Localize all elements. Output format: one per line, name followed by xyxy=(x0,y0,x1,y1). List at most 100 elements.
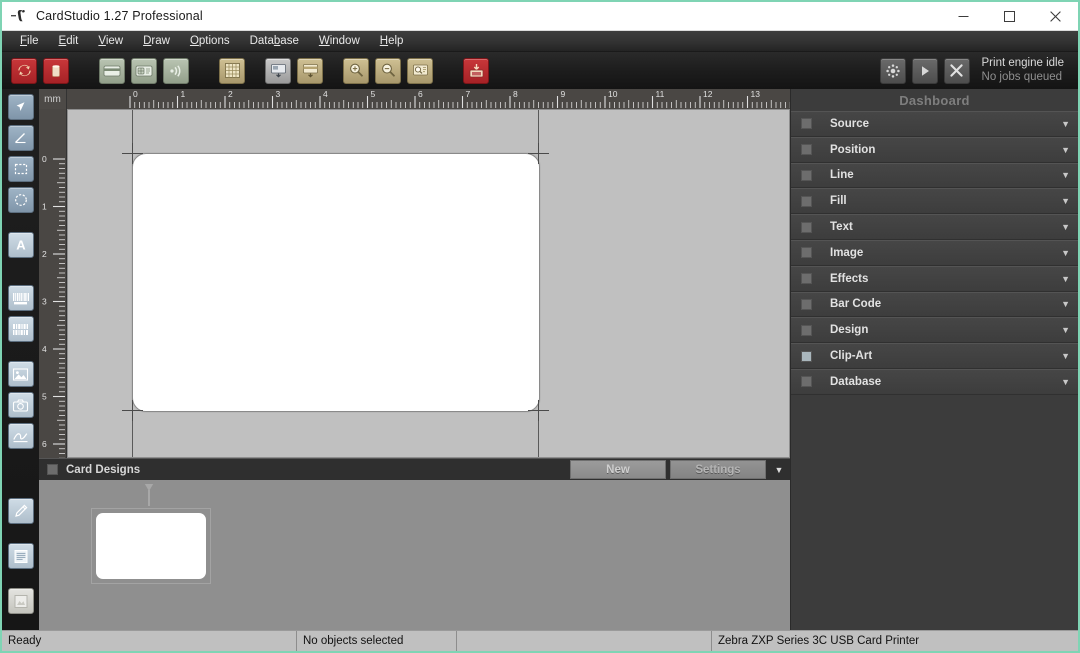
chevron-down-icon[interactable]: ▼ xyxy=(1061,248,1070,258)
load-card-design-icon[interactable] xyxy=(297,57,323,84)
ellipse-tool-icon[interactable] xyxy=(7,187,34,213)
chevron-down-icon[interactable]: ▼ xyxy=(1061,196,1070,206)
magnetic-stripe-card-icon[interactable] xyxy=(99,57,125,84)
dashboard-item-label: Clip-Art xyxy=(830,350,873,363)
pen-tool-icon[interactable] xyxy=(7,498,34,524)
menu-view[interactable]: View xyxy=(88,34,133,48)
new-button[interactable]: New xyxy=(570,460,666,479)
dashboard-item-checkbox[interactable] xyxy=(801,324,812,336)
svg-text:3: 3 xyxy=(276,89,281,99)
image-tool-icon[interactable] xyxy=(7,361,34,387)
photo-capture-tool-icon[interactable] xyxy=(7,392,34,418)
menu-options[interactable]: Options xyxy=(180,34,240,48)
dashboard-item-checkbox[interactable] xyxy=(801,221,812,233)
2d-barcode-tool-icon[interactable] xyxy=(7,316,34,342)
vertical-ruler[interactable]: 0 1 2 3 4 5 6 xyxy=(39,109,67,458)
dashboard-item-checkbox[interactable] xyxy=(801,195,812,207)
chevron-down-icon[interactable]: ▼ xyxy=(1061,119,1070,129)
close-button[interactable] xyxy=(1032,2,1078,31)
window-title: CardStudio 1.27 Professional xyxy=(36,9,203,23)
dashboard-item-checkbox[interactable] xyxy=(801,118,812,130)
zoom-out-icon[interactable] xyxy=(375,57,401,84)
barcode-tool-icon[interactable] xyxy=(7,285,34,311)
dashboard-item-label: Bar Code xyxy=(830,298,882,311)
dashboard-item-design[interactable]: Design ▼ xyxy=(791,317,1078,344)
minimize-button[interactable] xyxy=(940,2,986,31)
dashboard-item-source[interactable]: Source ▼ xyxy=(791,111,1078,137)
print-status-area: Print engine idle No jobs queued xyxy=(877,57,1078,84)
svg-text:A: A xyxy=(16,238,26,253)
smart-chip-card-icon[interactable] xyxy=(131,57,157,84)
line-tool-icon[interactable] xyxy=(7,125,34,151)
dashboard-item-bar-code[interactable]: Bar Code ▼ xyxy=(791,291,1078,318)
menu-help[interactable]: Help xyxy=(370,34,414,48)
title-bar: CardStudio 1.27 Professional xyxy=(2,2,1078,31)
select-tool-icon[interactable] xyxy=(7,94,34,120)
zoom-in-icon[interactable] xyxy=(343,57,369,84)
card-design-thumbnail[interactable] xyxy=(91,508,211,584)
menu-database[interactable]: Database xyxy=(240,34,309,48)
rectangle-tool-icon[interactable] xyxy=(7,156,34,182)
chevron-down-icon[interactable]: ▼ xyxy=(1061,222,1070,232)
dashboard-item-checkbox[interactable] xyxy=(801,144,812,156)
dashboard-item-line[interactable]: Line ▼ xyxy=(791,162,1078,189)
text-tool-icon[interactable]: A xyxy=(7,232,34,258)
dashboard-title: Dashboard xyxy=(791,89,1078,111)
settings-button[interactable]: Settings xyxy=(670,460,766,479)
start-print-icon[interactable] xyxy=(911,57,938,84)
maximize-button[interactable] xyxy=(986,2,1032,31)
refresh-icon[interactable] xyxy=(11,57,37,84)
menu-bar: File Edit View Draw Options Database Win… xyxy=(2,31,1078,52)
ruler-unit-label[interactable]: mm xyxy=(39,89,67,109)
dashboard-item-checkbox[interactable] xyxy=(801,247,812,259)
dashboard-item-clip-art[interactable]: Clip-Art ▼ xyxy=(791,343,1078,369)
chevron-down-icon[interactable]: ▼ xyxy=(1061,145,1070,155)
chevron-down-icon[interactable]: ▼ xyxy=(1061,377,1070,387)
save-card-design-icon[interactable] xyxy=(265,57,291,84)
dashboard-panel: Dashboard Source ▼ Position ▼ Line ▼ Fill ▼ Text… xyxy=(790,89,1078,630)
horizontal-ruler[interactable]: 01234567891011121314 xyxy=(67,89,790,109)
cancel-print-icon[interactable] xyxy=(943,57,970,84)
status-bar: Ready No objects selected Zebra ZXP Seri… xyxy=(2,630,1078,651)
dashboard-item-database[interactable]: Database ▼ xyxy=(791,368,1078,395)
print-card-icon[interactable] xyxy=(463,57,489,84)
svg-text:6: 6 xyxy=(418,89,423,99)
design-canvas[interactable] xyxy=(67,109,790,458)
svg-text:0: 0 xyxy=(133,89,138,99)
dashboard-item-text[interactable]: Text ▼ xyxy=(791,214,1078,240)
svg-text:1: 1 xyxy=(42,202,47,212)
grid-icon[interactable] xyxy=(219,57,245,84)
menu-file[interactable]: File xyxy=(10,34,49,48)
chevron-down-icon[interactable]: ▼ xyxy=(1061,351,1070,361)
chevron-down-icon[interactable]: ▼ xyxy=(1061,325,1070,335)
dashboard-item-label: Image xyxy=(830,246,864,259)
menu-window[interactable]: Window xyxy=(309,34,370,48)
printer-settings-icon[interactable] xyxy=(879,57,906,84)
chevron-down-icon[interactable]: ▼ xyxy=(1061,170,1070,180)
card-canvas[interactable] xyxy=(132,153,540,412)
chevron-down-icon[interactable]: ▼ xyxy=(1061,299,1070,309)
dashboard-item-checkbox[interactable] xyxy=(801,350,812,362)
dashboard-item-label: Design xyxy=(830,324,869,337)
dashboard-item-checkbox[interactable] xyxy=(801,273,812,285)
window-controls xyxy=(940,2,1078,31)
contactless-card-icon[interactable] xyxy=(163,57,189,84)
menu-draw[interactable]: Draw xyxy=(133,34,180,48)
card-designs-checkbox[interactable] xyxy=(47,464,58,475)
signature-tool-icon[interactable] xyxy=(7,423,34,449)
left-tool-rail: A xyxy=(2,89,39,630)
zoom-preview-icon[interactable] xyxy=(407,57,433,84)
clipart-tool-icon[interactable] xyxy=(7,588,34,614)
chevron-down-icon[interactable]: ▼ xyxy=(1061,274,1070,284)
chevron-down-icon[interactable]: ▼ xyxy=(770,460,788,479)
dashboard-item-image[interactable]: Image ▼ xyxy=(791,239,1078,266)
menu-edit[interactable]: Edit xyxy=(49,34,89,48)
dashboard-item-position[interactable]: Position ▼ xyxy=(791,136,1078,163)
dashboard-item-effects[interactable]: Effects ▼ xyxy=(791,265,1078,292)
dashboard-item-checkbox[interactable] xyxy=(801,376,812,388)
template-tool-icon[interactable] xyxy=(7,543,34,569)
dashboard-item-checkbox[interactable] xyxy=(801,298,812,310)
delete-card-icon[interactable] xyxy=(43,57,69,84)
dashboard-item-fill[interactable]: Fill ▼ xyxy=(791,188,1078,215)
dashboard-item-checkbox[interactable] xyxy=(801,169,812,181)
